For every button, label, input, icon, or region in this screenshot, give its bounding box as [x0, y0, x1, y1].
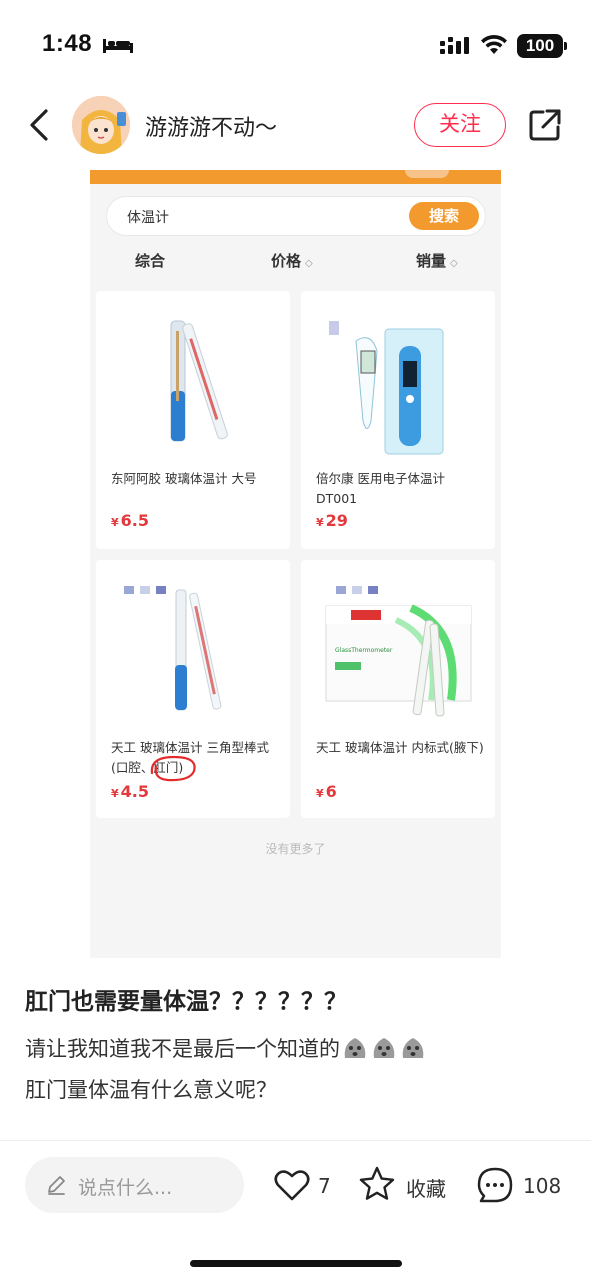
product-price: ¥6.5: [111, 511, 149, 530]
post-body-line: 肛门量体温有什么意义呢？: [25, 1078, 277, 1102]
wifi-icon: [481, 34, 507, 54]
glass-thermometer-image: [170, 320, 228, 442]
thermometer-box-image: GlassThermometer: [325, 586, 472, 717]
sort-tab-sales: 销量 ◇: [416, 252, 458, 270]
product-title: 倍尔康 医用电子体温计 DT001: [316, 471, 445, 506]
author-name[interactable]: 游游游不动～: [145, 110, 277, 142]
product-price: ¥29: [316, 511, 348, 530]
comment-bubble-icon[interactable]: [475, 1165, 515, 1205]
search-button: 搜索: [409, 202, 479, 230]
svg-text:GlassThermometer: GlassThermometer: [335, 647, 393, 654]
comment-input[interactable]: 说点什么...: [25, 1157, 244, 1213]
follow-button[interactable]: 关注: [414, 103, 506, 147]
product-title: 天工 玻璃体温计 内标式(腋下): [316, 740, 484, 755]
shocked-face-emoji-icon: [402, 1038, 424, 1058]
product-card: 倍尔康 医用电子体温计 DT001 ¥29: [301, 291, 495, 549]
sleep-mode-icon: [103, 39, 133, 53]
status-time: 1:48: [42, 30, 93, 57]
star-icon[interactable]: [357, 1164, 397, 1204]
home-indicator[interactable]: [190, 1260, 402, 1267]
post-image[interactable]: 体温计 搜索 综合 价格 ◇ 销量 ◇ 东阿阿胶 玻璃体温计 大号 ¥6.5 倍…: [90, 170, 501, 958]
post-title: 肛门也需要量体温？？？？？？: [25, 989, 347, 1015]
shocked-face-emoji-icon: [373, 1038, 395, 1058]
pencil-icon: [48, 1176, 65, 1195]
glass-thermometer-image: [124, 586, 222, 711]
no-more-text: 没有更多了: [265, 842, 326, 856]
search-bar: 体温计 搜索: [106, 196, 486, 236]
product-card: 东阿阿胶 玻璃体温计 大号 ¥6.5: [96, 291, 290, 549]
divider: [0, 1140, 591, 1141]
sort-arrows-icon: ◇: [450, 258, 458, 269]
sort-tab-overall: 综合: [135, 252, 166, 270]
status-bar: 1:48 100: [0, 0, 591, 90]
battery-indicator: 100: [517, 34, 567, 58]
shocked-face-emoji-icon: [344, 1038, 366, 1058]
comment-count[interactable]: 108: [523, 1174, 561, 1198]
heart-icon[interactable]: [272, 1165, 312, 1205]
share-icon[interactable]: [526, 106, 564, 144]
product-title: 东阿阿胶 玻璃体温计 大号: [111, 471, 257, 486]
avatar[interactable]: [72, 96, 130, 154]
comment-placeholder: 说点什么...: [78, 1177, 173, 1199]
post-body-line: 请让我知道我不是最后一个知道的: [25, 1033, 427, 1063]
search-query: 体温计: [127, 210, 169, 226]
product-price: ¥6: [316, 782, 337, 801]
collect-label[interactable]: 收藏: [406, 1173, 446, 1202]
product-price: ¥4.5: [111, 782, 149, 801]
red-circle-annotation: [150, 755, 196, 782]
cellular-signal-icon: [440, 37, 469, 54]
back-arrow-icon[interactable]: [22, 105, 58, 145]
digital-thermometer-image: [329, 321, 444, 455]
orange-header-strip: [90, 170, 501, 184]
sort-tab-price: 价格 ◇: [271, 252, 313, 270]
product-card: GlassThermometer 天工 玻璃体温计 内标式(腋下) ¥6: [301, 560, 495, 818]
like-count[interactable]: 7: [318, 1174, 331, 1198]
sort-arrows-icon: ◇: [305, 258, 313, 269]
product-card: 天工 玻璃体温计 三角型棒式 (口腔、肛门) ¥4.5: [96, 560, 290, 818]
